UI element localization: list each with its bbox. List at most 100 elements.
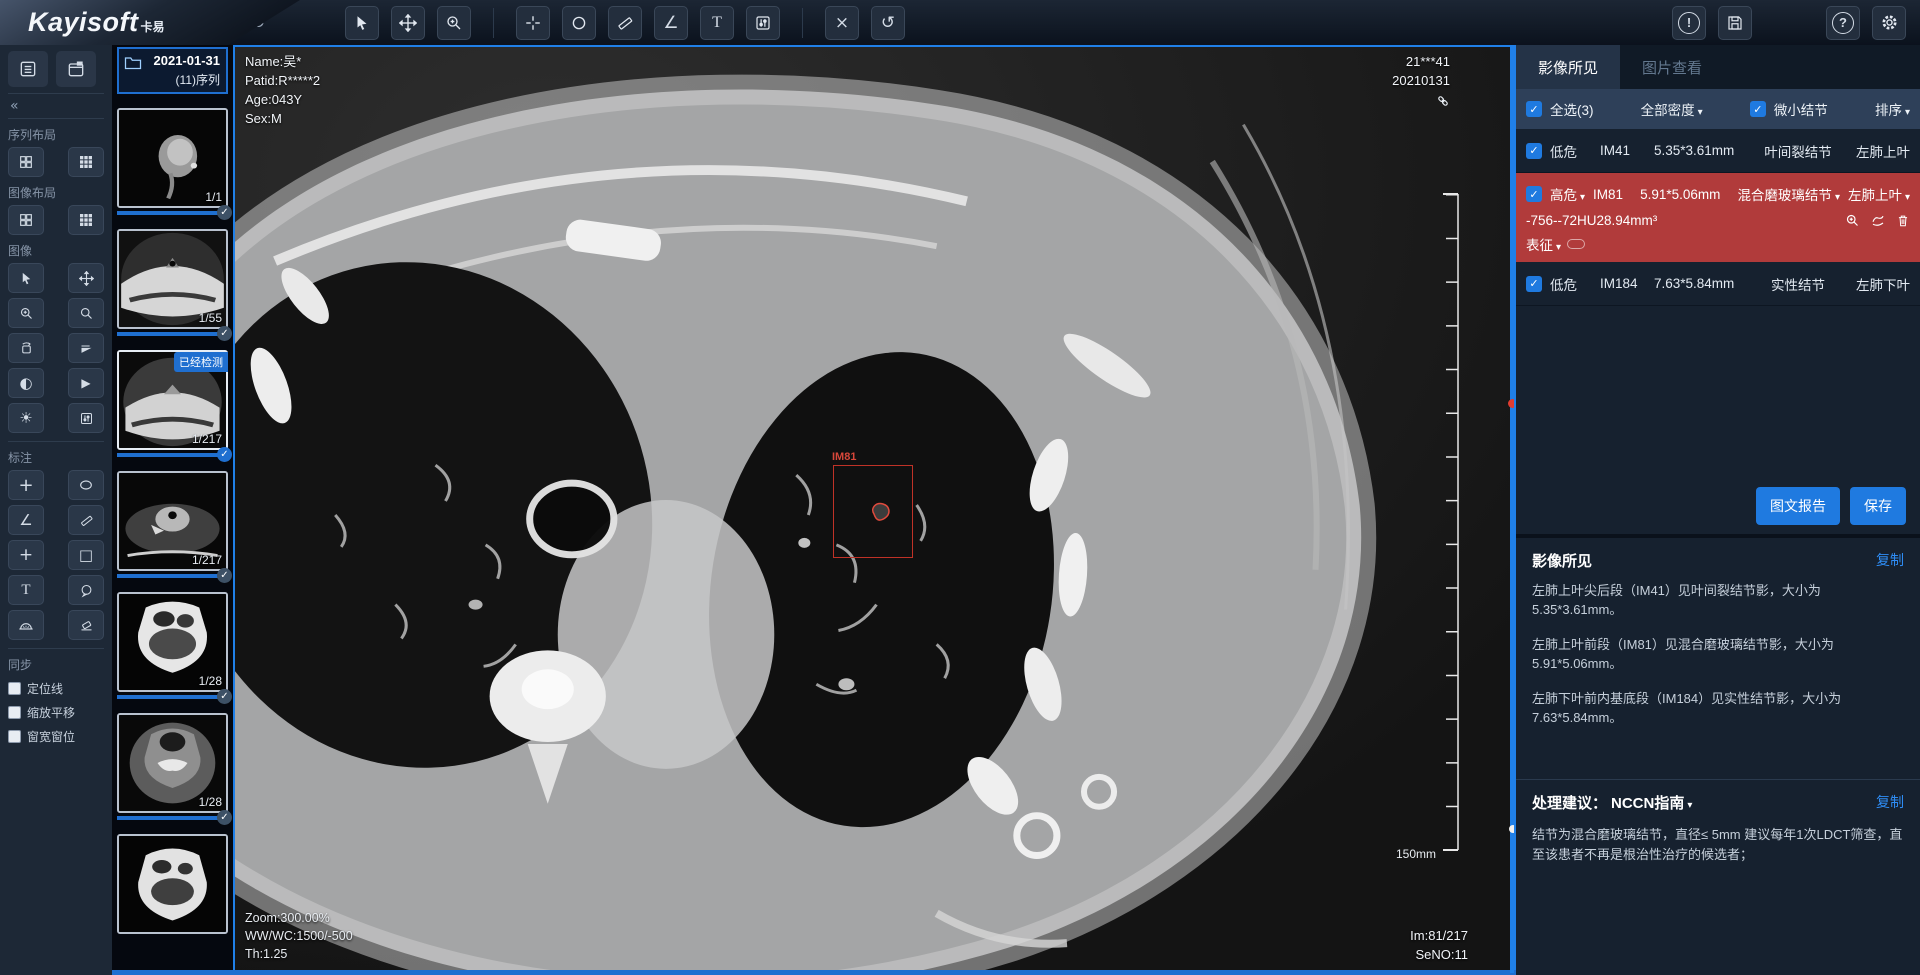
annotate-measure-button[interactable] [68,505,104,535]
thumbnail-selected-bar: ✓ [117,453,228,457]
delete-annotation-button[interactable]: × [825,6,859,40]
annotate-arc-button[interactable] [8,610,44,640]
nodule-position-marker[interactable] [1508,399,1516,408]
series-thumbnail-7[interactable] [117,834,228,934]
select-all-label[interactable]: 全选(3) [1550,99,1594,119]
tab-imaging-findings[interactable]: 影像所见 [1516,45,1620,89]
copy-findings-link[interactable]: 复制 [1876,550,1904,570]
copy-advice-link[interactable]: 复制 [1876,792,1904,812]
annotate-rect-button[interactable]: □ [68,540,104,570]
slice-scrollbar[interactable] [1510,47,1514,973]
window-level-button[interactable] [746,6,780,40]
sidebar-pan-button[interactable] [68,263,104,293]
annotate-crosshair-button[interactable]: + [8,470,44,500]
sidebar-flip-button[interactable] [68,333,104,363]
speech-bubble-icon [79,583,94,598]
folder-icon [124,55,142,70]
series-panel-tab[interactable] [8,51,48,87]
nodule-roi-box[interactable]: IM81 [833,465,913,558]
micro-nodule-checkbox[interactable]: ✓ [1750,101,1766,117]
sync-window-checkbox[interactable]: 窗宽窗位 [8,728,104,745]
select-tool-button[interactable] [345,6,379,40]
feature-dropdown[interactable]: 表征 [1526,234,1561,254]
series-thumbnail-5[interactable]: 1/28 ✓ [117,592,228,699]
nodule-checkbox[interactable]: ✓ [1526,186,1542,202]
sidebar-zoom-in-button[interactable] [8,298,44,328]
nodule-row-im81-selected[interactable]: ✓ 高危 IM81 5.91*5.06mm 混合磨玻璃结节 左肺上叶 -756-… [1516,173,1920,262]
zoom-tool-button[interactable] [437,6,471,40]
collapse-sidebar-button[interactable]: « [8,94,104,119]
zoom-to-nodule-button[interactable] [1845,213,1860,228]
help-icon: ? [1832,12,1854,34]
accession-number: 21***41 [1392,53,1450,72]
save-study-button[interactable] [1718,6,1752,40]
annotate-angle-button[interactable]: ∠ [8,505,44,535]
series-grid-2x2-button[interactable] [8,147,44,177]
sidebar-window-level-button[interactable] [68,403,104,433]
save-button[interactable]: 保存 [1850,487,1906,525]
settings-button[interactable] [1872,6,1906,40]
angle-tool-button[interactable]: ∠ [654,6,688,40]
edit-contour-button[interactable] [1870,213,1886,228]
sidebar-magnify-button[interactable] [68,298,104,328]
head-thumbnail [119,836,226,932]
guideline-dropdown[interactable]: NCCN指南 [1611,792,1692,813]
sort-dropdown[interactable]: 排序 [1875,99,1910,119]
annotate-text-button[interactable]: T [8,575,44,605]
annotate-point-button[interactable]: + [8,540,44,570]
save-icon [1726,14,1744,32]
tab-image-view[interactable]: 图片查看 [1620,45,1724,89]
series-number: SeNO:11 [1410,946,1468,965]
image-tools-label: 图像 [8,242,104,259]
cursor-icon [19,271,34,286]
series-thumbnail-6[interactable]: 1/28 ✓ [117,713,228,820]
select-all-checkbox[interactable]: ✓ [1526,101,1542,117]
findings-section: 影像所见 复制 左肺上叶尖后段（IM41）见叶间裂结节影，大小为5.35*3.6… [1516,534,1920,779]
nodule-row-im184[interactable]: ✓ 低危 IM184 7.63*5.84mm 实性结节 左肺下叶 [1516,262,1920,306]
nodule-location-dropdown[interactable]: 左肺上叶 [1848,184,1910,204]
sidebar-rotate-button[interactable] [8,333,44,363]
nodule-row-im41[interactable]: ✓ 低危 IM41 5.35*3.61mm 叶间裂结节 左肺上叶 [1516,129,1920,173]
nodule-checkbox[interactable]: ✓ [1526,143,1542,159]
sidebar-select-button[interactable] [8,263,44,293]
crosshair-tool-button[interactable] [516,6,550,40]
report-button[interactable]: 图文报告 [1756,487,1840,525]
help-button[interactable]: ? [1826,6,1860,40]
annotate-eraser-button[interactable] [68,610,104,640]
report-alert-button[interactable]: ! [1672,6,1706,40]
angle-icon: ∠ [19,511,32,529]
nodule-checkbox[interactable]: ✓ [1526,276,1542,292]
nodule-type-dropdown[interactable]: 混合磨玻璃结节 [1737,184,1840,204]
sync-zoom-pan-checkbox[interactable]: 缩放平移 [8,704,104,721]
checkbox-unchecked [8,730,21,743]
ct-viewport[interactable]: Name:吴* Patid:R*****2 Age:043Y Sex:M 21*… [233,45,1516,975]
sidebar-brightness-button[interactable]: ☀ [8,403,44,433]
series-thumbnail-1[interactable]: 1/1 ✓ [117,108,228,215]
ellipse-tool-button[interactable] [562,6,596,40]
image-grid-3x3-button[interactable] [68,205,104,235]
reset-view-button[interactable]: ↺ [871,6,905,40]
sidebar-invert-button[interactable]: ◐ [8,368,44,398]
layout-panel-tab[interactable] [56,51,96,87]
series-thumbnail-3-selected[interactable]: 已经检测 1/217 ✓ [117,350,228,457]
annotate-ellipse-button[interactable] [68,470,104,500]
micro-nodule-label[interactable]: 微小结节 [1774,99,1828,119]
measure-tool-button[interactable] [608,6,642,40]
series-thumbnail-2[interactable]: 1/55 ✓ [117,229,228,336]
series-grid-3x3-button[interactable] [68,147,104,177]
scroll-thumb[interactable] [1509,825,1516,833]
density-filter-dropdown[interactable]: 全部密度 [1641,99,1703,119]
pan-tool-button[interactable] [391,6,425,40]
image-grid-2x2-button[interactable] [8,205,44,235]
topbar: Kayisoft 卡易 2D ∠ T [0,0,1920,45]
text-tool-button[interactable]: T [700,6,734,40]
delete-nodule-button[interactable] [1896,213,1910,228]
grid-3x3-icon [78,154,94,170]
feature-toggle[interactable] [1567,239,1585,249]
sidebar-cine-play-button[interactable]: ▶ [68,368,104,398]
study-header[interactable]: 2021-01-31 (11)序列 [117,47,228,94]
risk-dropdown[interactable]: 高危 [1550,184,1585,204]
series-thumbnail-4[interactable]: 1/217 ✓ [117,471,228,578]
annotate-callout-button[interactable] [68,575,104,605]
sync-localizer-checkbox[interactable]: 定位线 [8,680,104,697]
